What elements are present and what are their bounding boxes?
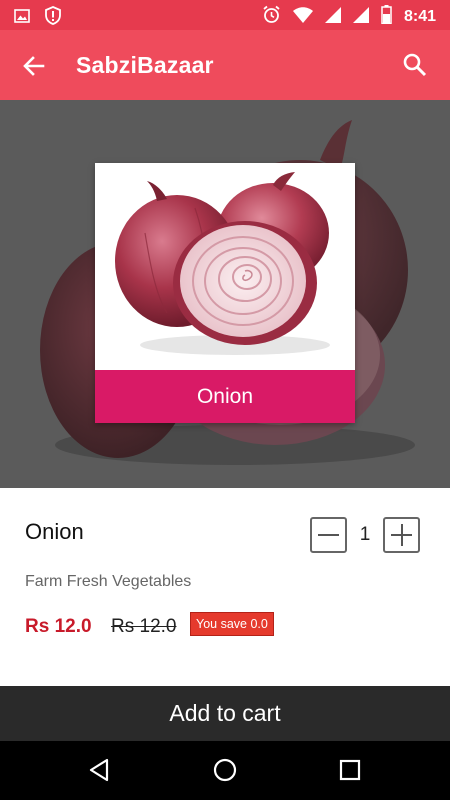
minus-icon xyxy=(318,534,339,536)
nav-home-button[interactable] xyxy=(212,757,238,783)
card-label: Onion xyxy=(95,370,355,423)
nav-back-button[interactable] xyxy=(87,757,113,783)
product-card[interactable]: Onion xyxy=(95,163,355,423)
original-price: Rs 12.0 xyxy=(111,616,177,637)
system-nav-bar xyxy=(0,741,450,800)
clock-time: 8:41 xyxy=(403,8,436,25)
product-name: Onion xyxy=(25,519,84,544)
add-to-cart-button[interactable]: Add to cart xyxy=(0,686,450,741)
app-title: SabziBazaar xyxy=(76,52,214,78)
product-hero: Onion xyxy=(0,100,450,488)
decrease-quantity-button[interactable] xyxy=(310,517,347,553)
product-price: Rs 12.0 xyxy=(25,616,92,637)
status-bar: 8:41 xyxy=(0,0,450,30)
back-button[interactable] xyxy=(20,52,48,80)
alert-shield-icon xyxy=(44,6,62,30)
square-recents-icon xyxy=(339,759,361,781)
app-bar: SabziBazaar xyxy=(0,30,450,100)
wifi-icon xyxy=(292,6,313,28)
nav-recents-button[interactable] xyxy=(337,757,363,783)
search-button[interactable] xyxy=(402,52,428,78)
onion-image xyxy=(95,163,355,370)
triangle-back-icon xyxy=(89,758,109,782)
image-icon xyxy=(14,8,30,29)
alarm-icon xyxy=(262,5,281,29)
arrow-back-icon xyxy=(23,56,45,76)
quantity-value: 1 xyxy=(359,524,371,545)
savings-badge: You save 0.0 xyxy=(190,612,274,636)
signal-icon xyxy=(324,6,341,28)
battery-icon xyxy=(381,5,392,29)
increase-quantity-button[interactable] xyxy=(383,517,420,553)
circle-home-icon xyxy=(213,758,237,782)
search-icon xyxy=(403,53,427,77)
product-subtitle: Farm Fresh Vegetables xyxy=(25,573,192,590)
signal-icon xyxy=(352,6,369,28)
quantity-stepper: 1 xyxy=(310,517,420,553)
